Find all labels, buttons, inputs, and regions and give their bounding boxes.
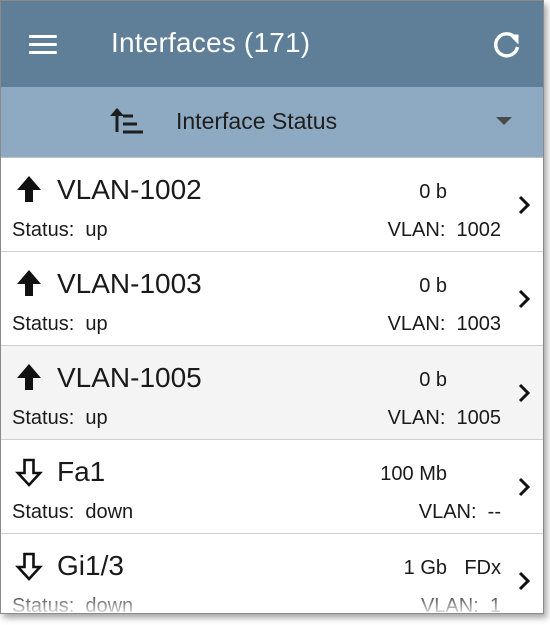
page-title: Interfaces (171) [111, 27, 311, 58]
sort-field-label[interactable]: Interface Status [176, 108, 337, 135]
interface-speed: 0 b [419, 275, 447, 297]
interface-name: VLAN-1003 [57, 268, 202, 299]
down-arrow-icon [15, 550, 43, 582]
interface-name: VLAN-1005 [57, 362, 202, 393]
interface-name: VLAN-1002 [57, 174, 202, 205]
interface-name: Fa1 [57, 456, 106, 487]
sort-icon[interactable] [109, 105, 145, 137]
interface-vlan: VLAN: 1005 [387, 407, 501, 429]
interface-status: Status: up [12, 219, 108, 241]
interface-status: Status: down [12, 501, 134, 523]
interface-speed: 0 b [419, 181, 447, 203]
chevron-right-icon[interactable] [516, 570, 532, 592]
interface-status: Status: up [12, 313, 108, 335]
interface-row-vlan-1002[interactable]: VLAN-1002 0 b Status: up VLAN: 1002 [1, 158, 543, 252]
interface-status: Status: down [12, 595, 134, 614]
interface-list: VLAN-1002 0 b Status: up VLAN: 1002 VLAN… [1, 158, 543, 614]
interface-row-vlan-1003[interactable]: VLAN-1003 0 b Status: up VLAN: 1003 [1, 252, 543, 346]
interface-speed: 100 Mb [380, 463, 447, 485]
interface-vlan: VLAN: 1 [420, 595, 501, 614]
up-arrow-icon [15, 268, 43, 300]
interface-row-gi1-3[interactable]: Gi1/3 1 Gb FDx Status: down VLAN: 1 [1, 534, 543, 614]
app-window: Interfaces (171) Interface Status VLAN-1… [0, 0, 544, 614]
chevron-right-icon[interactable] [516, 288, 532, 310]
dropdown-arrow-icon[interactable] [496, 117, 512, 125]
up-arrow-icon [15, 362, 43, 394]
interface-speed: 0 b [419, 369, 447, 391]
refresh-icon[interactable] [487, 25, 527, 65]
interface-speed: 1 Gb [403, 557, 447, 579]
interface-status: Status: up [12, 407, 108, 429]
hamburger-menu-icon[interactable] [23, 29, 63, 61]
chevron-right-icon[interactable] [516, 476, 532, 498]
interface-name: Gi1/3 [57, 550, 124, 581]
interface-vlan: VLAN: 1002 [387, 219, 501, 241]
chevron-right-icon[interactable] [516, 382, 532, 404]
up-arrow-icon [15, 174, 43, 206]
interface-vlan: VLAN: -- [418, 501, 501, 523]
interface-duplex: FDx [464, 557, 501, 579]
down-arrow-icon [15, 456, 43, 488]
interface-vlan: VLAN: 1003 [387, 313, 501, 335]
chevron-right-icon[interactable] [516, 194, 532, 216]
interface-row-fa1[interactable]: Fa1 100 Mb Status: down VLAN: -- [1, 440, 543, 534]
app-bar: Interfaces (171) [1, 1, 543, 87]
interface-row-vlan-1005[interactable]: VLAN-1005 0 b Status: up VLAN: 1005 [1, 346, 543, 440]
